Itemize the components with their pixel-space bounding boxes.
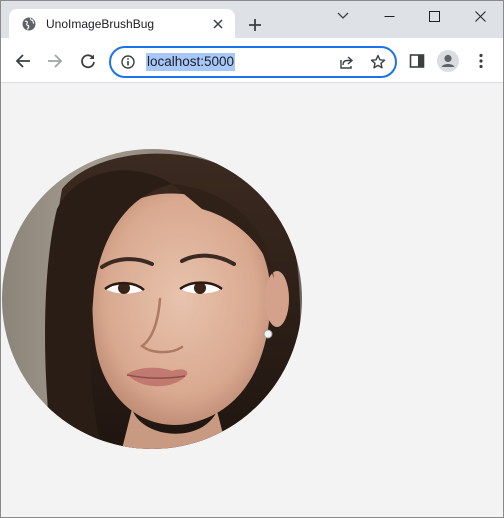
share-icon[interactable] — [339, 54, 355, 70]
browser-toolbar: localhost:5000 — [1, 38, 503, 83]
side-panel-icon — [409, 54, 425, 68]
globe-icon — [22, 17, 36, 31]
window-close-button[interactable] — [457, 1, 503, 31]
tab-active[interactable]: UnoImageBrushBug — [9, 9, 235, 38]
forward-button[interactable] — [43, 49, 67, 73]
browser-window: UnoImageBrushBug localhost:5000 — [0, 0, 504, 518]
close-icon — [474, 10, 486, 22]
profile-avatar-icon — [437, 50, 459, 72]
reload-button[interactable] — [76, 49, 100, 73]
tab-close-button[interactable] — [210, 16, 226, 32]
info-icon[interactable] — [121, 55, 135, 69]
tab-title: UnoImageBrushBug — [46, 17, 155, 31]
maximize-button[interactable] — [411, 1, 457, 31]
address-input[interactable]: localhost:5000 — [146, 53, 236, 71]
page-content — [1, 83, 503, 517]
circular-portrait-image — [2, 149, 302, 449]
back-button[interactable] — [11, 49, 35, 73]
tab-strip: UnoImageBrushBug — [1, 1, 503, 38]
plus-icon — [249, 19, 261, 31]
kebab-menu-icon — [479, 53, 483, 69]
side-panel-button[interactable] — [405, 49, 429, 73]
tab-search-button[interactable] — [320, 1, 366, 31]
close-icon — [213, 19, 223, 29]
minimize-button[interactable] — [366, 1, 412, 31]
arrow-right-icon — [48, 54, 63, 68]
profile-button[interactable] — [436, 49, 460, 73]
new-tab-button[interactable] — [244, 14, 266, 36]
star-icon[interactable] — [370, 54, 386, 70]
minimize-icon — [384, 15, 394, 17]
arrow-left-icon — [15, 54, 30, 68]
portrait-photo — [2, 149, 302, 449]
maximize-icon — [428, 10, 440, 22]
chevron-down-icon — [337, 12, 349, 19]
address-bar[interactable]: localhost:5000 — [109, 46, 397, 78]
reload-icon — [81, 54, 95, 69]
browser-menu-button[interactable] — [469, 49, 493, 73]
